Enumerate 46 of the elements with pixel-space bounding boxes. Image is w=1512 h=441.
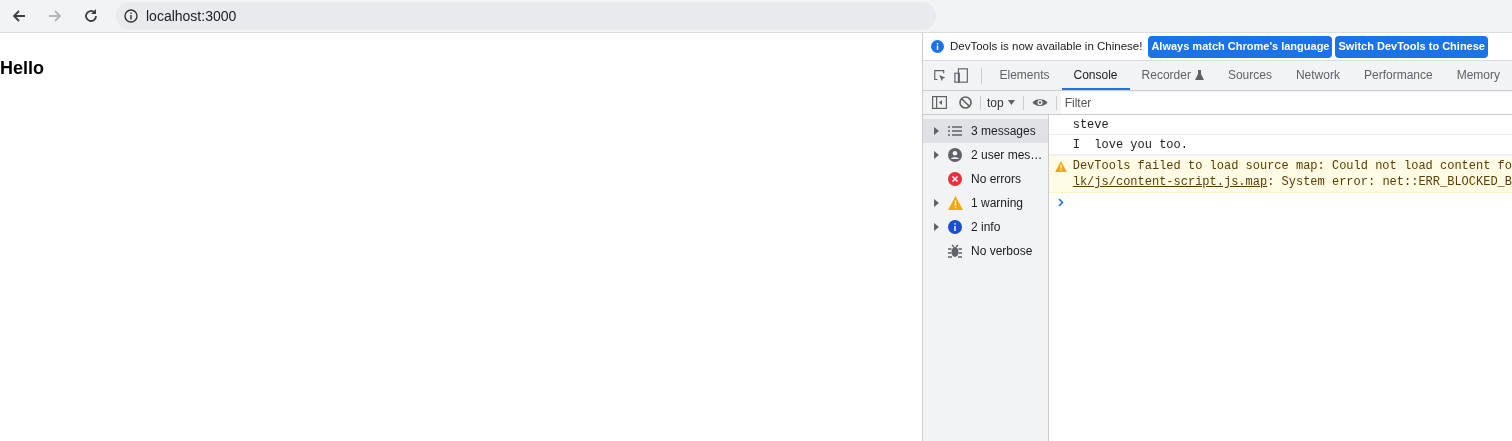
list-icon [948,126,962,136]
sidebar-item[interactable]: No errors [923,167,1048,191]
language-button[interactable]: Always match Chrome's language [1148,35,1333,58]
language-button[interactable]: Switch DevTools to Chinese [1335,35,1488,58]
sidebar-item[interactable]: 2 user mes… [923,143,1048,167]
address-bar[interactable]: localhost:3000 [116,2,936,30]
warning-message: DevTools failed to load source map: Could not load content fo [1072,158,1512,174]
devtools-tab[interactable]: Performance [1351,61,1445,90]
sidebar-toggle-icon[interactable] [932,96,947,109]
warning-icon [1054,161,1067,172]
reload-icon[interactable] [82,7,100,25]
devtools-tab[interactable]: Elements [987,61,1062,90]
console-message: steve [1072,116,1109,133]
expand-triangle-icon[interactable] [934,223,939,231]
sidebar-item[interactable]: No verbose [923,239,1048,263]
info-icon [948,220,962,234]
filter-field[interactable]: Filter [1060,91,1512,114]
url-text: localhost:3000 [146,6,237,26]
bug-icon [948,244,962,258]
source-map-link[interactable]: lk/js/content-script.js.map [1072,174,1268,190]
caret-icon [1007,100,1015,105]
devtools-tab[interactable]: Network [1283,61,1352,90]
inspect-element-icon[interactable] [933,68,947,83]
user-icon [948,148,962,162]
device-toolbar-icon[interactable] [954,67,969,84]
devtools-tab[interactable]: Sources [1215,61,1284,90]
info-icon[interactable] [124,9,138,23]
sidebar-item[interactable]: 1 warning [923,191,1048,215]
warning-icon [947,196,963,210]
expand-triangle-icon[interactable] [934,151,939,159]
warning-message: : System error: net::ERR_BLOCKED_B [1267,174,1512,190]
console-message: I love you too. [1072,136,1188,153]
expand-triangle-icon[interactable] [934,199,939,207]
error-icon [948,172,962,186]
info-icon [931,40,944,53]
page-heading: Hello [0,57,44,80]
info-message: DevTools is now available in Chinese! [950,38,1143,54]
devtools-tab[interactable]: Recorder [1129,61,1216,90]
clear-console-icon[interactable] [959,96,972,109]
devtools-tab[interactable]: Memory [1444,61,1512,90]
sidebar-item[interactable]: 3 messages [923,119,1048,143]
prompt-chevron-icon [1057,197,1064,207]
expand-triangle-icon[interactable] [934,127,939,135]
eye-icon[interactable] [1031,97,1048,108]
sidebar-item[interactable]: 2 info [923,215,1048,239]
context-dropdown[interactable]: top [985,93,1017,112]
